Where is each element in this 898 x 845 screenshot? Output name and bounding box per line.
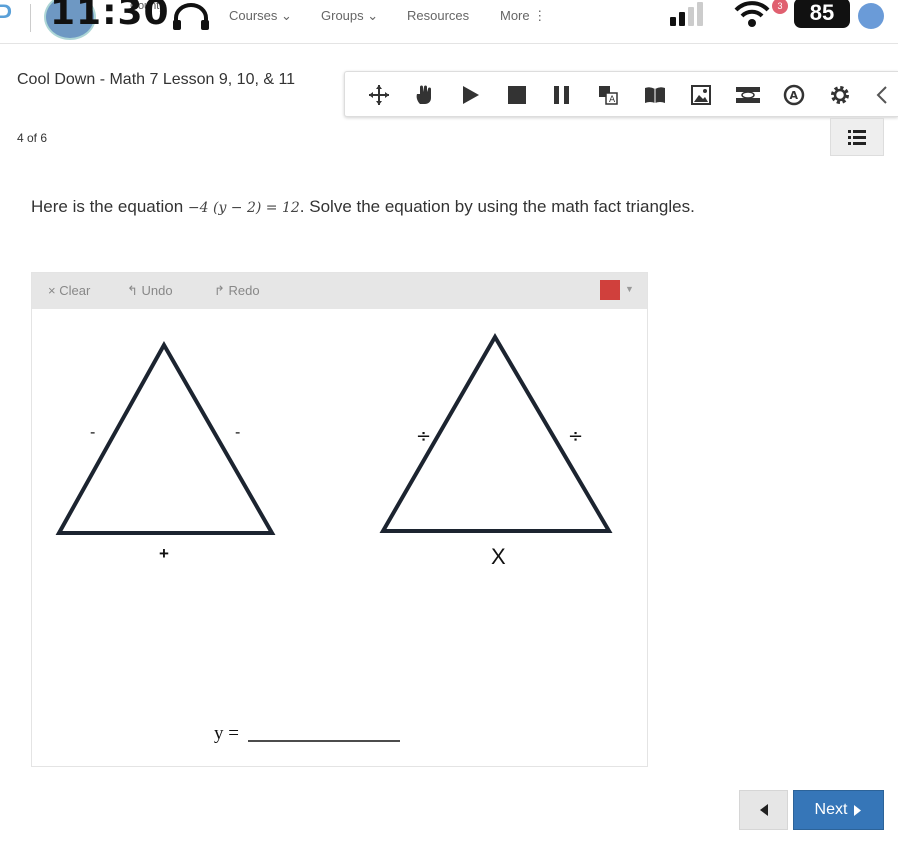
gear-icon[interactable] (828, 83, 852, 107)
redo-button[interactable]: ↱ Redo (214, 283, 260, 299)
hand-pointer-icon[interactable] (412, 83, 436, 107)
caret-down-icon[interactable]: ▼ (625, 284, 634, 294)
left-triangle-right-operator: - (235, 424, 240, 441)
book-icon[interactable] (643, 83, 667, 107)
question-list-button[interactable] (830, 118, 884, 156)
list-icon (848, 130, 866, 145)
wifi-icon (734, 1, 770, 27)
sketch-toolbar: × Clear ↰ Undo ↱ Redo ▼ (32, 273, 647, 309)
next-button[interactable]: Next (793, 790, 884, 830)
avatar[interactable] (858, 3, 884, 29)
undo-icon: ↰ (127, 283, 138, 298)
p-logo-icon[interactable]: P (0, 0, 12, 35)
collapse-chevron-icon[interactable] (870, 83, 894, 107)
battery-indicator: 85 (794, 0, 850, 28)
caret-left-icon (759, 804, 768, 816)
nav-courses[interactable]: Courses ⌄ (229, 8, 292, 24)
more-dots-icon: ⋮ (533, 8, 547, 23)
redo-icon: ↱ (214, 283, 225, 298)
left-triangle-left-operator: - (90, 424, 95, 441)
equation: −4 (y − 2) = 12 (187, 200, 300, 216)
nav-more[interactable]: More ⋮ (500, 8, 546, 24)
question-progress: 4 of 6 (17, 131, 48, 145)
answer-label: y = (214, 723, 239, 744)
previous-button[interactable] (739, 790, 788, 830)
svg-text:A: A (609, 95, 616, 105)
top-bar: P County 11:30 Courses ⌄ Groups ⌄ Resour… (0, 0, 898, 44)
nav-groups[interactable]: Groups ⌄ (321, 8, 378, 24)
caret-right-icon (854, 804, 862, 816)
undo-button[interactable]: ↰ Undo (127, 283, 173, 299)
right-triangle-bottom-operator: X (491, 544, 506, 569)
tts-toolbar: A A (344, 71, 898, 117)
pause-icon[interactable] (550, 83, 574, 107)
chevron-down-icon: ⌄ (367, 8, 379, 23)
accessibility-icon[interactable]: A (782, 83, 806, 107)
eye-mask-icon[interactable] (735, 83, 761, 107)
move-icon[interactable] (367, 83, 391, 107)
left-triangle-bottom-operator: + (159, 544, 169, 563)
pen-color-swatch[interactable] (600, 280, 620, 300)
notification-badge[interactable]: 3 (772, 0, 788, 14)
clear-button[interactable]: × Clear (48, 283, 90, 298)
nav-resources[interactable]: Resources (407, 8, 469, 23)
divider (30, 4, 31, 32)
headphones-icon (173, 3, 209, 30)
question-text: Here is the equation −4 (y − 2) = 12. So… (31, 197, 695, 216)
play-icon[interactable] (458, 83, 482, 107)
image-icon[interactable] (689, 83, 713, 107)
right-triangle-right-operator: ÷ (568, 426, 583, 447)
stop-icon[interactable] (505, 83, 529, 107)
clock-time: 11:30 (50, 0, 170, 33)
svg-text:A: A (790, 89, 799, 102)
assessment-title: Cool Down - Math 7 Lesson 9, 10, & 11 (17, 71, 296, 88)
chevron-down-icon: ⌄ (281, 8, 292, 23)
translate-icon[interactable]: A (596, 83, 620, 107)
drawing-canvas[interactable]: - - + ÷ ÷ X y = (32, 309, 647, 766)
right-triangle-left-operator: ÷ (416, 426, 431, 447)
cellular-signal-icon (670, 2, 703, 26)
sketch-response: × Clear ↰ Undo ↱ Redo ▼ - - + ÷ ÷ X y = (31, 272, 648, 767)
